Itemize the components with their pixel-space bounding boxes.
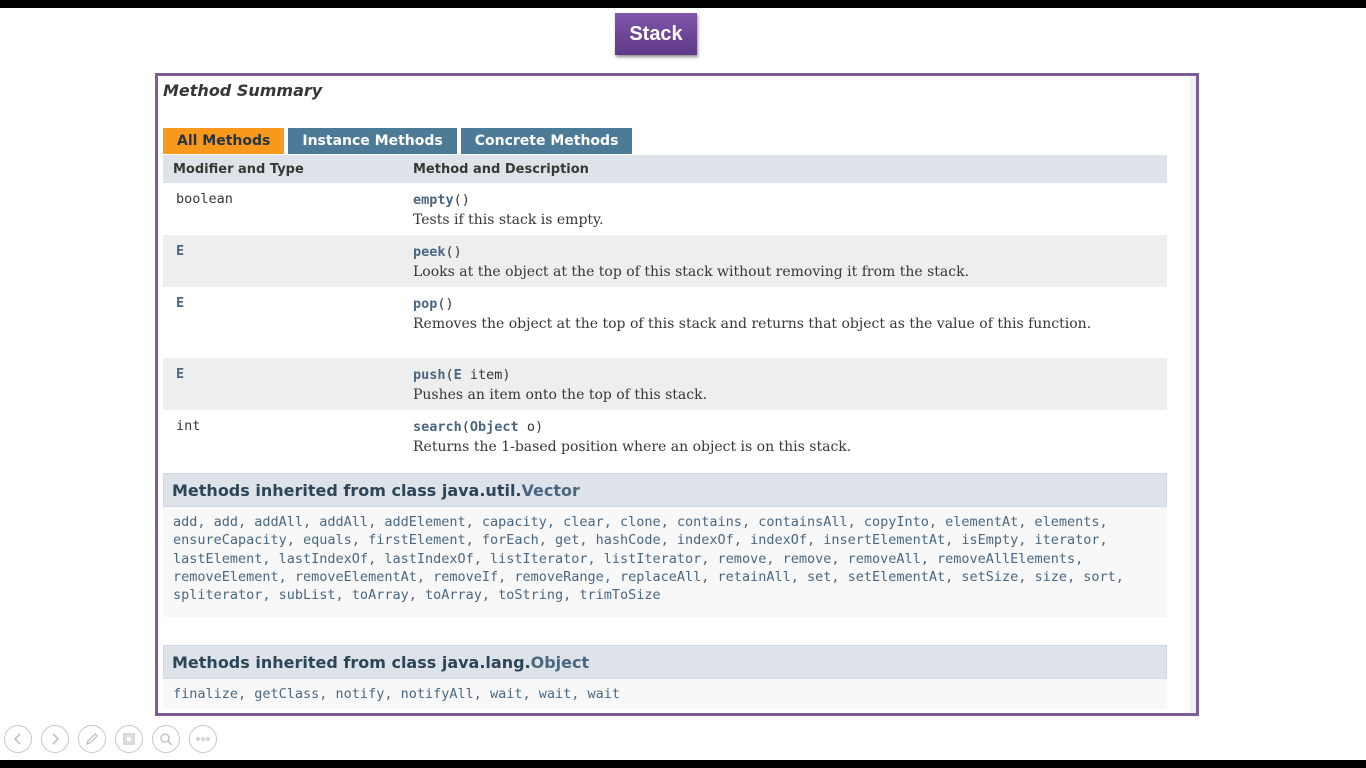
method-description: Looks at the object at the top of this s… [413, 264, 970, 280]
table-row: E pop() Removes the object at the top of… [163, 287, 1167, 358]
slide-title: Stack [615, 13, 697, 55]
table-row: E push(E item) Pushes an item onto the t… [163, 358, 1167, 410]
zoom-icon[interactable] [152, 725, 180, 753]
previous-slide-icon[interactable] [4, 725, 32, 753]
method-description: Pushes an item onto the top of this stac… [413, 387, 708, 403]
method-description: Removes the object at the top of this st… [413, 316, 1092, 332]
pen-icon[interactable] [78, 725, 106, 753]
method-filter-tabs: All Methods Instance Methods Concrete Me… [163, 128, 636, 154]
next-slide-icon[interactable] [41, 725, 69, 753]
method-link-empty[interactable]: empty [413, 192, 454, 208]
tab-instance-methods[interactable]: Instance Methods [288, 128, 457, 154]
method-signature: search(Object o) [413, 419, 544, 435]
method-summary-title: Method Summary [163, 81, 323, 100]
vector-class-link[interactable]: Vector [522, 481, 580, 500]
method-params: () [445, 244, 462, 260]
param-name: o) [518, 419, 544, 435]
method-summary-table: Modifier and Type Method and Description… [163, 155, 1167, 463]
slideshow-controls [4, 725, 226, 753]
inherited-object-heading: Methods inherited from class java.lang. O… [163, 645, 1167, 679]
inherited-vector-methods[interactable]: add, add, addAll, addAll, addElement, ca… [163, 507, 1167, 617]
method-signature: push(E item) [413, 367, 511, 383]
method-link-peek[interactable]: peek [413, 244, 446, 260]
table-row: boolean empty() Tests if this stack is e… [163, 183, 1167, 235]
top-letterbox [0, 0, 1366, 8]
method-params: () [453, 192, 470, 208]
table-header: Modifier and Type Method and Description [163, 155, 1167, 183]
return-type-link[interactable]: E [163, 295, 413, 358]
javadoc-screenshot-frame: Method Summary All Methods Instance Meth… [155, 73, 1199, 716]
inherited-from-vector: Methods inherited from class java.util. V… [163, 473, 1167, 617]
tab-all-methods[interactable]: All Methods [163, 128, 285, 154]
inherited-vector-heading: Methods inherited from class java.util. V… [163, 473, 1167, 507]
javadoc-page: Method Summary All Methods Instance Meth… [158, 76, 1190, 713]
inherited-heading-prefix: Methods inherited from class java.lang. [172, 652, 531, 672]
param-type-link[interactable]: E [454, 367, 462, 383]
table-row: int search(Object o) Returns the 1-based… [163, 410, 1167, 463]
method-link-pop[interactable]: pop [413, 296, 437, 312]
method-link-search[interactable]: search [413, 419, 462, 435]
bottom-letterbox [0, 760, 1366, 768]
return-type-link[interactable]: E [163, 243, 413, 287]
inherited-heading-prefix: Methods inherited from class java.util. [172, 480, 522, 500]
column-header-modifier: Modifier and Type [173, 161, 304, 177]
method-link-push[interactable]: push [413, 367, 446, 383]
inherited-from-object: Methods inherited from class java.lang. O… [163, 645, 1167, 710]
method-signature: empty() [413, 191, 1153, 209]
table-row: E peek() Looks at the object at the top … [163, 235, 1167, 287]
method-signature: pop() [413, 295, 1153, 313]
method-description: Returns the 1-based position where an ob… [413, 439, 852, 455]
param-type-link[interactable]: Object [470, 419, 519, 435]
object-class-link[interactable]: Object [531, 653, 590, 672]
return-type-link[interactable]: E [163, 366, 413, 410]
inherited-object-methods[interactable]: finalize, getClass, notify, notifyAll, w… [163, 679, 1167, 710]
more-options-icon[interactable] [189, 725, 217, 753]
method-params: () [437, 296, 454, 312]
method-description: Tests if this stack is empty. [413, 212, 604, 228]
method-signature: peek() [413, 243, 1153, 261]
param-name: item) [461, 367, 511, 383]
page-scrollbar[interactable] [1190, 76, 1196, 713]
slides-grid-icon[interactable] [115, 725, 143, 753]
tab-concrete-methods[interactable]: Concrete Methods [460, 128, 633, 154]
return-type: boolean [176, 191, 233, 207]
return-type: int [176, 418, 201, 434]
column-header-method: Method and Description [413, 161, 589, 177]
